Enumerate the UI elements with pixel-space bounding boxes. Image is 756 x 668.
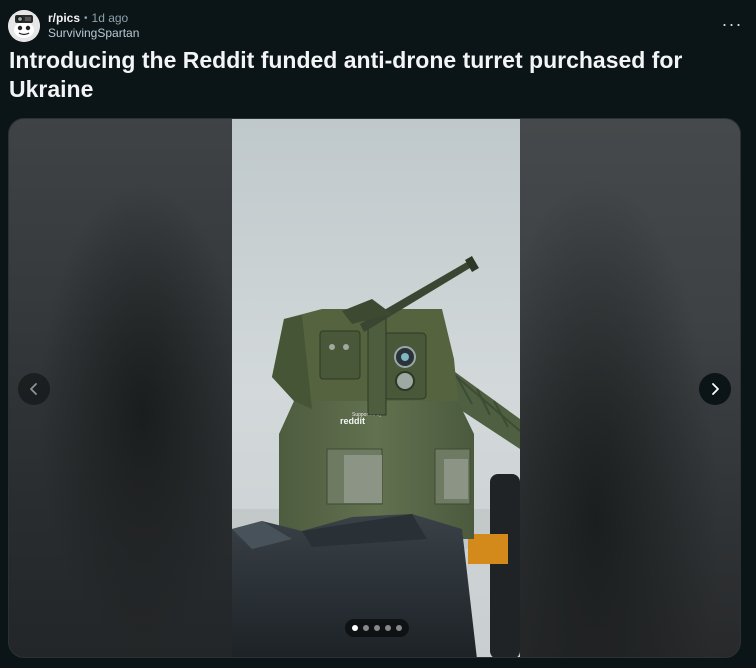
turret-photo: Supported by reddit <box>232 119 520 657</box>
post-meta: r/pics • 1d ago SurvivingSpartan <box>48 11 139 41</box>
pagination-dot[interactable] <box>363 625 369 631</box>
meta-separator: • <box>84 13 88 24</box>
subreddit-avatar[interactable] <box>8 10 40 42</box>
pagination-dot[interactable] <box>385 625 391 631</box>
chevron-left-icon <box>30 383 37 395</box>
pagination-dot[interactable] <box>352 625 358 631</box>
gallery-image[interactable]: Supported by reddit <box>232 119 520 657</box>
more-options-button[interactable]: ··· <box>720 14 744 34</box>
post-meta-top: r/pics • 1d ago <box>48 11 139 26</box>
image-gallery[interactable]: Supported by reddit <box>8 118 741 658</box>
more-horizontal-icon: ··· <box>721 13 743 34</box>
gallery-next-button[interactable] <box>699 373 731 405</box>
post-title[interactable]: Introducing the Reddit funded anti-drone… <box>9 46 739 104</box>
author-link[interactable]: SurvivingSpartan <box>48 26 139 41</box>
post-timestamp: 1d ago <box>91 11 129 25</box>
chevron-right-icon <box>712 383 719 395</box>
gallery-pagination <box>345 619 409 637</box>
turret-brand: reddit <box>340 416 365 426</box>
post-card: r/pics • 1d ago SurvivingSpartan ··· Int… <box>0 0 756 668</box>
subreddit-avatar-icon <box>8 10 40 42</box>
post-header: r/pics • 1d ago SurvivingSpartan <box>8 8 139 44</box>
pagination-dot[interactable] <box>374 625 380 631</box>
pagination-dot[interactable] <box>396 625 402 631</box>
gallery-prev-button[interactable] <box>18 373 50 405</box>
subreddit-link[interactable]: r/pics <box>48 11 80 26</box>
